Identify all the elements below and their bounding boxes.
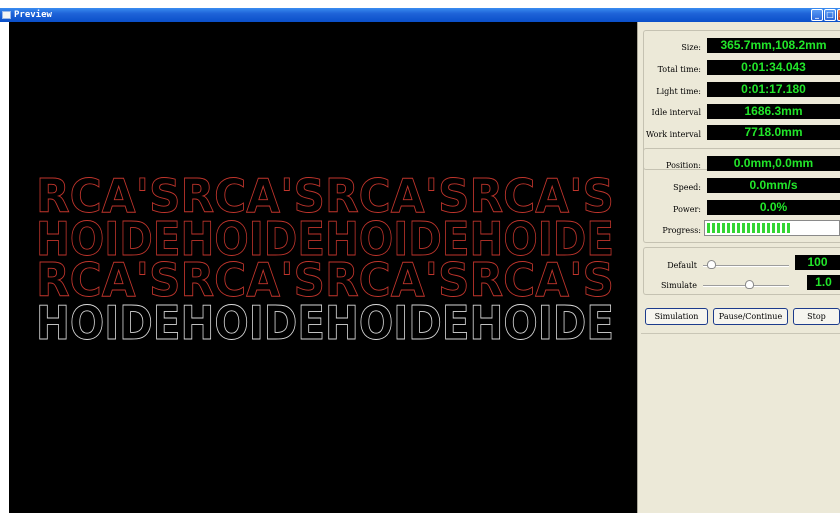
progress-segment	[722, 223, 725, 233]
simulate-slider-thumb[interactable]	[745, 280, 754, 289]
maximize-button[interactable]: □	[824, 9, 836, 21]
light-time-label: Light time:	[656, 87, 701, 96]
simulate-speed-value: 1.0	[807, 275, 840, 290]
progress-segment	[727, 223, 730, 233]
idle-interval-value: 1686.3mm	[707, 104, 840, 119]
position-label: Position:	[666, 161, 701, 170]
power-label: Power:	[673, 205, 701, 214]
progress-segment	[717, 223, 720, 233]
speed-label: Speed:	[673, 183, 701, 192]
progress-bar	[704, 220, 840, 236]
window-title: Preview	[14, 10, 52, 20]
power-value: 0.0%	[707, 200, 840, 215]
total-time-label: Total time:	[657, 65, 701, 74]
work-interval-label: Work interval	[645, 130, 701, 139]
default-speed-value: 100	[795, 255, 840, 270]
progress-segment	[732, 223, 735, 233]
simulation-button[interactable]: Simulation	[645, 308, 708, 325]
window-icon	[2, 11, 11, 19]
progress-segment	[752, 223, 755, 233]
speed-value: 0.0mm/s	[707, 178, 840, 193]
position-value: 0.0mm,0.0mm	[707, 156, 840, 171]
default-speed-label: Default	[667, 261, 697, 270]
progress-label: Progress:	[662, 226, 701, 235]
simulate-speed-label: Simulate	[660, 281, 697, 290]
total-time-value: 0:01:34.043	[707, 60, 840, 75]
progress-segment	[742, 223, 745, 233]
progress-segment	[737, 223, 740, 233]
progress-segment	[747, 223, 750, 233]
progress-segment	[712, 223, 715, 233]
progress-segment	[767, 223, 770, 233]
engraving-preview: RCA'SRCA'SRCA'SRCA'SHOIDEHOIDEHOIDEHOIDE…	[36, 169, 615, 351]
progress-segment	[707, 223, 710, 233]
work-interval-value: 7718.0mm	[707, 125, 840, 140]
progress-segment	[757, 223, 760, 233]
preview-canvas[interactable]: RCA'SRCA'SRCA'SRCA'S HOIDEHOIDEHOIDEHOIDE…	[9, 22, 637, 513]
stop-button[interactable]: Stop	[793, 308, 840, 325]
title-bar[interactable]: Preview _ □ x	[0, 8, 840, 22]
size-value: 365.7mm,108.2mm	[707, 38, 840, 53]
progress-segment	[762, 223, 765, 233]
progress-segment	[787, 223, 790, 233]
panel-divider	[641, 333, 840, 334]
idle-interval-label: Idle interval	[651, 108, 701, 117]
light-time-value: 0:01:17.180	[707, 82, 840, 97]
progress-segment	[782, 223, 785, 233]
engraving-row: HOIDEHOIDEHOIDEHOIDE	[36, 296, 614, 350]
pause-continue-button[interactable]: Pause/Continue	[713, 308, 788, 325]
size-label: Size:	[681, 43, 701, 52]
progress-segment	[772, 223, 775, 233]
default-slider-thumb[interactable]	[707, 260, 716, 269]
progress-segment	[777, 223, 780, 233]
minimize-button[interactable]: _	[811, 9, 823, 21]
